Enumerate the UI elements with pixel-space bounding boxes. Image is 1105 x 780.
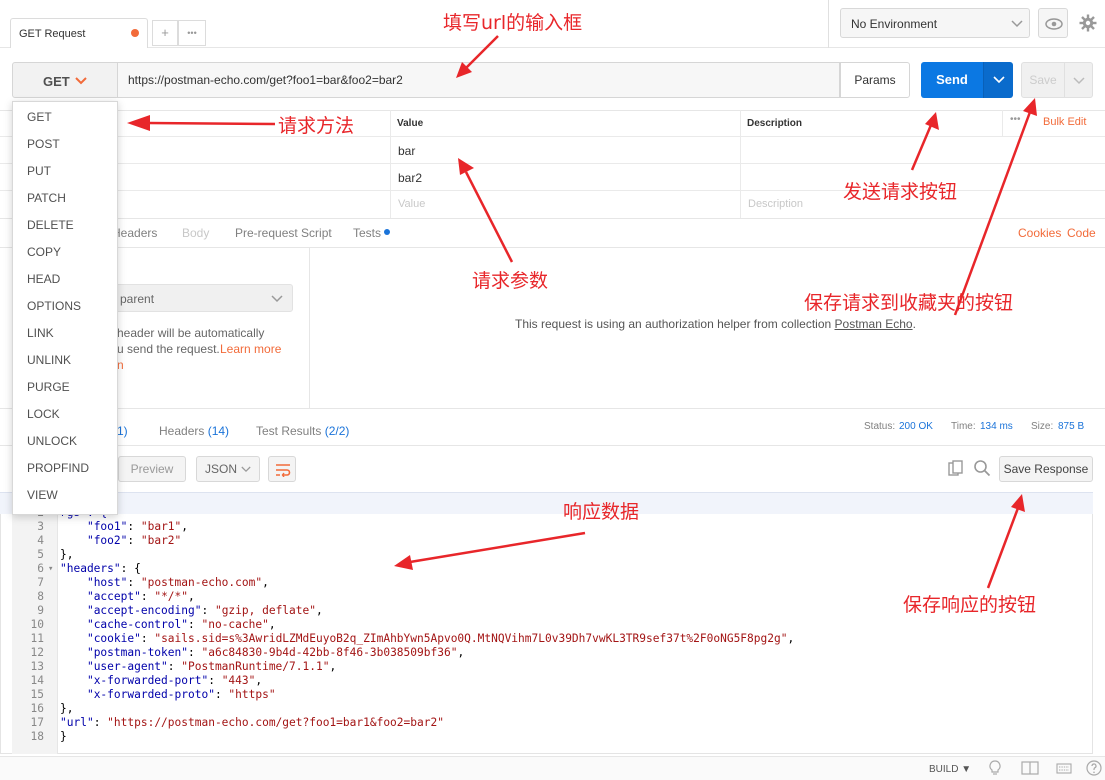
line-number: 10	[30, 618, 44, 631]
line-number: 11	[30, 632, 44, 645]
method-option-view[interactable]: VIEW	[13, 482, 117, 509]
method-option-lock[interactable]: LOCK	[13, 401, 117, 428]
help-icon[interactable]	[1086, 760, 1102, 776]
method-option-copy[interactable]: COPY	[13, 239, 117, 266]
code-line: },	[60, 702, 74, 715]
code-line: "accept": "*/*",	[86, 590, 195, 603]
build-menu-button[interactable]: BUILD ▼	[929, 764, 971, 775]
fold-toggle-icon[interactable]: ▾	[48, 562, 53, 576]
method-option-purge[interactable]: PURGE	[13, 374, 117, 401]
annotation-url-input: 填写url的输入框	[443, 12, 583, 34]
annotation-save-response: 保存响应的按钮	[903, 594, 1037, 616]
method-option-unlock[interactable]: UNLOCK	[13, 428, 117, 455]
line-number: 14	[30, 674, 44, 687]
line-number: 9	[37, 604, 44, 617]
method-option-get[interactable]: GET	[13, 104, 117, 131]
code-line: "accept-encoding": "gzip, deflate",	[86, 604, 323, 617]
method-option-propfind[interactable]: PROPFIND	[13, 455, 117, 482]
method-dropdown-menu: GET POST PUT PATCH DELETE COPY HEAD OPTIONS LINK…	[12, 101, 118, 515]
code-line: "cache-control": "no-cache",	[86, 618, 276, 631]
code-line: "x-forwarded-proto": "https"	[86, 688, 276, 701]
code-line: "host": "postman-echo.com",	[86, 576, 269, 589]
annotation-send: 发送请求按钮	[843, 181, 958, 203]
annotation-method: 请求方法	[278, 115, 355, 137]
line-number: 3	[37, 520, 44, 533]
code-line: "postman-token": "a6c84830-9b4d-42bb-8f4…	[86, 646, 465, 659]
method-option-unlink[interactable]: UNLINK	[13, 347, 117, 374]
code-line: "user-agent": "PostmanRuntime/7.1.1",	[86, 660, 337, 673]
method-option-put[interactable]: PUT	[13, 158, 117, 185]
code-line: }	[60, 730, 67, 743]
lightbulb-icon[interactable]	[988, 760, 1002, 776]
code-line: "url": "https://postman-echo.com/get?foo…	[60, 716, 444, 729]
code-lines: 2 rgs": { 3 "foo1": "bar1",4 "foo2": "ba…	[0, 0, 1093, 780]
line-number: 5	[37, 548, 44, 561]
code-line: "x-forwarded-port": "443",	[86, 674, 263, 687]
line-number: 8	[37, 590, 44, 603]
code-line: },	[60, 548, 74, 561]
method-option-patch[interactable]: PATCH	[13, 185, 117, 212]
line-number: 7	[37, 576, 44, 589]
method-option-delete[interactable]: DELETE	[13, 212, 117, 239]
line-number: 17	[30, 716, 44, 729]
annotation-params: 请求参数	[472, 270, 549, 292]
method-option-post[interactable]: POST	[13, 131, 117, 158]
line-number: 12	[30, 646, 44, 659]
code-line: "headers": {	[60, 562, 141, 575]
line-number: 4	[37, 534, 44, 547]
code-line: "cookie": "sails.sid=s%3AwridLZMdEuyoB2q…	[86, 632, 795, 645]
two-pane-icon[interactable]	[1021, 761, 1039, 775]
line-number: 6	[37, 562, 44, 575]
method-option-head[interactable]: HEAD	[13, 266, 117, 293]
method-option-options[interactable]: OPTIONS	[13, 293, 117, 320]
annotation-response: 响应数据	[563, 501, 640, 523]
keyboard-icon[interactable]	[1056, 763, 1072, 774]
code-line: "foo2": "bar2"	[86, 534, 182, 547]
code-line: "foo1": "bar1",	[86, 520, 189, 533]
line-number: 13	[30, 660, 44, 673]
line-number: 16	[30, 702, 44, 715]
method-option-link[interactable]: LINK	[13, 320, 117, 347]
line-number: 18	[30, 730, 44, 743]
annotation-save: 保存请求到收藏夹的按钮	[804, 292, 1014, 314]
line-number: 15	[30, 688, 44, 701]
